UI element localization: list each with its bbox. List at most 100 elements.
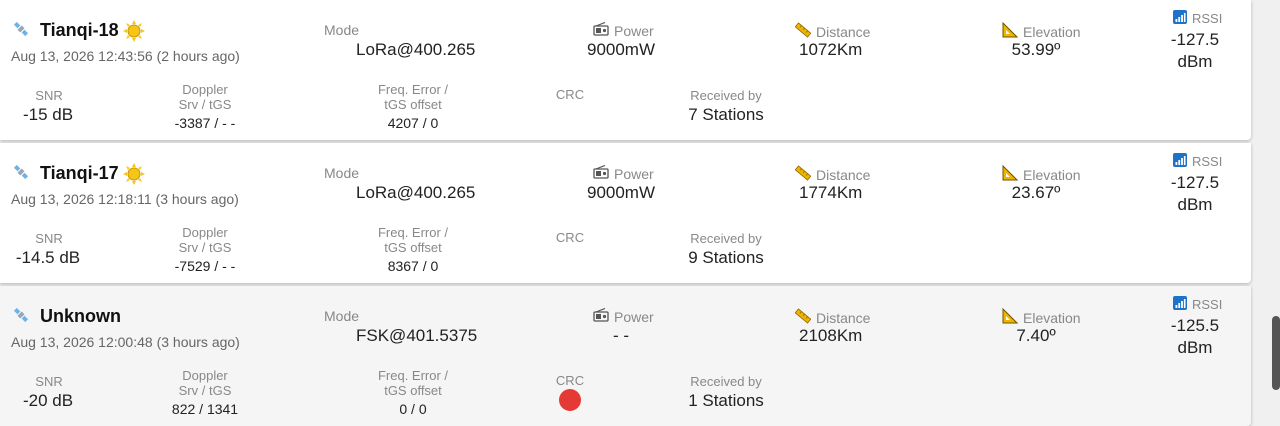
crc-label: CRC bbox=[555, 373, 585, 388]
packet-card[interactable]: Tianqi-17 Aug 13, 2026 12:18:11 (3 hours … bbox=[0, 143, 1251, 283]
power-label-text: Power bbox=[614, 22, 654, 39]
rssi-value: -125.5 bbox=[1170, 316, 1220, 335]
freq-error-label: Freq. Error / bbox=[377, 368, 449, 383]
snr-label: SNR bbox=[35, 231, 63, 246]
crc-label: CRC bbox=[555, 87, 585, 102]
satellite-icon bbox=[12, 20, 30, 38]
packet-timestamp: Aug 13, 2026 12:43:56 (2 hours ago) bbox=[11, 48, 240, 64]
rssi-label: RSSI bbox=[1173, 296, 1222, 313]
rssi-label: RSSI bbox=[1173, 10, 1222, 27]
radio-icon bbox=[593, 164, 609, 182]
doppler-sublabel: Srv / tGS bbox=[178, 383, 232, 398]
power-label-text: Power bbox=[614, 308, 654, 325]
rssi-value: -127.5 bbox=[1170, 30, 1220, 49]
rssi-label-text: RSSI bbox=[1192, 154, 1223, 169]
received-by-value[interactable]: 9 Stations bbox=[688, 248, 764, 268]
elevation-label-text: Elevation bbox=[1023, 309, 1081, 326]
signal-icon bbox=[1173, 10, 1187, 27]
snr-value: -20 dB bbox=[22, 391, 74, 410]
power-label: Power bbox=[593, 307, 654, 325]
rssi-value: -127.5 bbox=[1170, 173, 1220, 192]
freq-error-label: Freq. Error / bbox=[377, 225, 449, 240]
radio-icon bbox=[593, 307, 609, 325]
rssi-label: RSSI bbox=[1173, 153, 1222, 170]
distance-label-text: Distance bbox=[816, 166, 871, 183]
freq-error-value: 4207 / 0 bbox=[387, 115, 439, 131]
distance-label: Distance bbox=[794, 308, 871, 327]
snr-value: -14.5 dB bbox=[15, 248, 81, 267]
mode-value: LoRa@400.265 bbox=[356, 183, 476, 202]
freq-error-sublabel: tGS offset bbox=[384, 240, 442, 255]
received-by-label: Received by bbox=[690, 88, 762, 103]
ruler-icon bbox=[794, 22, 812, 41]
satellite-icon bbox=[12, 306, 30, 324]
doppler-value: -7529 / - - bbox=[174, 258, 236, 274]
power-label-text: Power bbox=[614, 165, 654, 182]
elevation-label: Elevation bbox=[1002, 307, 1081, 327]
packet-timestamp: Aug 13, 2026 12:00:48 (3 hours ago) bbox=[11, 334, 240, 350]
set-square-icon bbox=[1002, 307, 1019, 327]
distance-label: Distance bbox=[794, 165, 871, 184]
elevation-label-text: Elevation bbox=[1023, 166, 1081, 183]
packet-card[interactable]: Tianqi-18 Aug 13, 2026 12:43:56 (2 hours … bbox=[0, 0, 1251, 140]
doppler-label: Doppler bbox=[182, 82, 228, 97]
doppler-label: Doppler bbox=[182, 368, 228, 383]
distance-label-text: Distance bbox=[816, 309, 871, 326]
snr-label: SNR bbox=[35, 374, 63, 389]
elevation-value: 23.67º bbox=[1011, 183, 1061, 202]
mode-label: Mode bbox=[324, 22, 360, 38]
sun-icon bbox=[122, 20, 145, 42]
elevation-label: Elevation bbox=[1002, 21, 1081, 41]
ruler-icon bbox=[794, 165, 812, 184]
satellite-name[interactable]: Tianqi-18 bbox=[40, 20, 119, 41]
received-by-label: Received by bbox=[690, 231, 762, 246]
freq-error-sublabel: tGS offset bbox=[384, 97, 442, 112]
rssi-label-text: RSSI bbox=[1192, 297, 1223, 312]
elevation-value: 7.40º bbox=[1016, 326, 1056, 345]
distance-label-text: Distance bbox=[816, 23, 871, 40]
rssi-unit: dBm bbox=[1177, 195, 1213, 214]
mode-value: FSK@401.5375 bbox=[356, 326, 478, 345]
freq-error-value: 0 / 0 bbox=[399, 401, 427, 417]
rssi-label-text: RSSI bbox=[1192, 11, 1223, 26]
ruler-icon bbox=[794, 308, 812, 327]
elevation-label: Elevation bbox=[1002, 164, 1081, 184]
elevation-value: 53.99º bbox=[1011, 40, 1061, 59]
packet-timestamp: Aug 13, 2026 12:18:11 (3 hours ago) bbox=[11, 191, 239, 207]
mode-label: Mode bbox=[324, 165, 360, 181]
elevation-label-text: Elevation bbox=[1023, 23, 1081, 40]
rssi-unit: dBm bbox=[1177, 52, 1213, 71]
crc-label: CRC bbox=[555, 230, 585, 245]
scrollbar[interactable] bbox=[1272, 316, 1280, 390]
satellite-icon bbox=[12, 163, 30, 181]
set-square-icon bbox=[1002, 164, 1019, 184]
satellite-name[interactable]: Unknown bbox=[40, 306, 121, 327]
set-square-icon bbox=[1002, 21, 1019, 41]
signal-icon bbox=[1173, 296, 1187, 313]
satellite-name[interactable]: Tianqi-17 bbox=[40, 163, 119, 184]
doppler-value: 822 / 1341 bbox=[171, 401, 239, 417]
received-by-value[interactable]: 7 Stations bbox=[688, 105, 764, 125]
radio-icon bbox=[593, 21, 609, 39]
snr-value: -15 dB bbox=[22, 105, 74, 124]
freq-error-label: Freq. Error / bbox=[377, 82, 449, 97]
distance-value: 1072Km bbox=[799, 40, 863, 59]
packet-card[interactable]: Unknown Aug 13, 2026 12:00:48 (3 hours ag… bbox=[0, 286, 1251, 426]
power-value: 9000mW bbox=[586, 183, 656, 202]
mode-value: LoRa@400.265 bbox=[356, 40, 476, 59]
distance-label: Distance bbox=[794, 22, 871, 41]
power-value: - - bbox=[612, 326, 630, 345]
freq-error-sublabel: tGS offset bbox=[384, 383, 442, 398]
distance-value: 1774Km bbox=[799, 183, 863, 202]
received-by-label: Received by bbox=[690, 374, 762, 389]
snr-label: SNR bbox=[35, 88, 63, 103]
crc-error-dot bbox=[559, 389, 581, 411]
doppler-sublabel: Srv / tGS bbox=[178, 240, 232, 255]
doppler-sublabel: Srv / tGS bbox=[178, 97, 232, 112]
received-by-value[interactable]: 1 Stations bbox=[688, 391, 764, 411]
sun-icon bbox=[122, 163, 145, 185]
doppler-value: -3387 / - - bbox=[174, 115, 236, 131]
power-label: Power bbox=[593, 164, 654, 182]
distance-value: 2108Km bbox=[799, 326, 863, 345]
mode-label: Mode bbox=[324, 308, 360, 324]
